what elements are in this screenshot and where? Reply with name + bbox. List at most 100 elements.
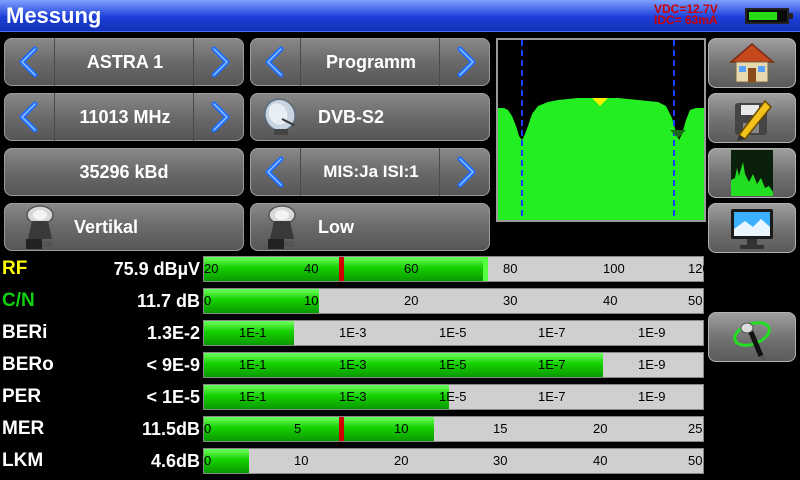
meter-tick-label: 1E-1	[239, 389, 267, 404]
meter-tick-label: 40	[603, 293, 618, 308]
meter-tick-label: 1E-9	[638, 389, 666, 404]
meter-tick-label: 0	[204, 453, 212, 468]
meter-bar: 0 10 20 30 40 50	[203, 288, 704, 314]
frequency-field[interactable]: 11013 MHz	[54, 93, 194, 141]
meter-value: 1.3E-2	[146, 323, 200, 343]
meter-bar: 20 40 60 80 100 120	[203, 256, 710, 282]
band-button[interactable]: Low	[250, 203, 490, 251]
modulation-label: DVB-S2	[318, 107, 385, 127]
meter-tick-label: 40	[593, 453, 608, 468]
meter-tick-label: 20	[404, 293, 419, 308]
stream-selector: MIS:Ja ISI:1	[250, 148, 490, 196]
lnb-icon	[26, 205, 54, 249]
save-edit-icon	[735, 99, 773, 141]
frequency-prev-button[interactable]	[4, 93, 54, 141]
frequency-label: 11013 MHz	[79, 107, 171, 127]
chevron-right-icon	[211, 101, 230, 133]
mode-label: Programm	[325, 52, 417, 72]
meter-tick-label: 1E-7	[538, 357, 566, 372]
dish-align-button[interactable]	[708, 312, 796, 362]
tv-screen-icon	[731, 209, 773, 249]
spectrum-button[interactable]	[708, 148, 796, 198]
meter-tick-label: 0	[204, 293, 212, 308]
power-readout: VDC=12.7V IDC= 63mA	[654, 3, 718, 27]
satellite-selector: ASTRA 1	[4, 38, 244, 86]
mode-next-button[interactable]	[440, 38, 490, 86]
meter-tick-label: 1E-1	[239, 325, 267, 340]
meter-fill	[204, 289, 319, 313]
battery-icon	[745, 8, 793, 24]
home-icon	[728, 43, 776, 83]
stream-field[interactable]: MIS:Ja ISI:1	[300, 148, 440, 196]
meter-tick-label: 120	[688, 261, 710, 276]
frequency-next-button[interactable]	[194, 93, 244, 141]
meter-tick-label: 1E-7	[538, 325, 566, 340]
meter-value: < 1E-5	[146, 387, 200, 407]
meter-value: 75.9 dBµV	[113, 259, 200, 279]
meter-value: 4.6dB	[150, 451, 200, 471]
chevron-right-icon	[457, 156, 476, 188]
stream-next-button[interactable]	[440, 148, 490, 196]
stream-prev-button[interactable]	[250, 148, 300, 196]
meter-tick-label: 5	[294, 421, 302, 436]
lnb-icon	[268, 205, 296, 249]
meter-tick-label: 10	[294, 453, 309, 468]
symbol-rate-field[interactable]: 35296 kBd	[4, 148, 244, 196]
meter-tick-label: 1E-3	[339, 325, 367, 340]
meter-tick-label: 50	[688, 453, 703, 468]
polarization-label: Vertikal	[74, 217, 139, 237]
save-edit-button[interactable]	[708, 93, 796, 143]
satellite-prev-button[interactable]	[4, 38, 54, 86]
meter-tick-label: 20	[593, 421, 608, 436]
chevron-left-icon	[19, 46, 38, 78]
meter-value: < 9E-9	[146, 355, 200, 375]
modulation-button[interactable]: DVB-S2	[250, 93, 490, 141]
meter-value: 11.7 dB	[136, 291, 200, 311]
satellite-dish-icon	[264, 98, 296, 135]
satellite-next-button[interactable]	[194, 38, 244, 86]
stream-label: MIS:Ja ISI:1	[323, 162, 419, 181]
meter-tick-label: 10	[394, 421, 409, 436]
spectrum-display[interactable]	[496, 38, 706, 222]
rf-peak-marker	[483, 257, 488, 281]
meter-tick-label: 100	[603, 261, 625, 276]
meter-tick-label: 30	[493, 453, 508, 468]
meter-tick-label: 0	[204, 421, 212, 436]
chevron-left-icon	[265, 156, 284, 188]
mer-threshold-marker	[339, 417, 344, 441]
mode-selector: Programm	[250, 38, 490, 86]
meter-tick-label: 1E-3	[339, 389, 367, 404]
title-bar: Messung VDC=12.7V IDC= 63mA	[0, 0, 800, 32]
symbol-rate-label: 35296 kBd	[79, 162, 169, 182]
satellite-field[interactable]: ASTRA 1	[54, 38, 194, 86]
mode-field[interactable]: Programm	[300, 38, 440, 86]
spectrum-trace	[498, 40, 704, 220]
satellite-label: ASTRA 1	[86, 52, 164, 72]
meter-tick-label: 1E-5	[439, 357, 467, 372]
meter-tick-label: 60	[404, 261, 419, 276]
chevron-right-icon	[457, 46, 476, 78]
idc-readout: IDC= 63mA	[654, 13, 718, 27]
screen: Messung VDC=12.7V IDC= 63mA ASTRA 1 Prog…	[0, 0, 800, 480]
polarization-button[interactable]: Vertikal	[4, 203, 244, 251]
meter-bar: 0 10 20 30 40 50	[203, 448, 704, 474]
tv-screen-button[interactable]	[708, 203, 796, 253]
frequency-selector: 11013 MHz	[4, 93, 244, 141]
meter-tick-label: 10	[304, 293, 319, 308]
meter-bar: 1E-1 1E-3 1E-5 1E-7 1E-9	[203, 384, 704, 410]
home-button[interactable]	[708, 38, 796, 88]
chevron-left-icon	[265, 46, 284, 78]
mode-prev-button[interactable]	[250, 38, 300, 86]
chevron-right-icon	[211, 46, 230, 78]
meter-tick-label: 1E-7	[538, 389, 566, 404]
chevron-left-icon	[19, 101, 38, 133]
meter-tick-label: 1E-1	[239, 357, 267, 372]
meter-tick-label: 1E-9	[638, 325, 666, 340]
meter-tick-label: 20	[394, 453, 409, 468]
meter-tick-label: 1E-5	[439, 389, 467, 404]
band-label: Low	[318, 217, 354, 237]
spectrum-icon	[731, 150, 773, 196]
meter-tick-label: 25	[688, 421, 703, 436]
meter-tick-label: 30	[503, 293, 518, 308]
meter-tick-label: 80	[503, 261, 518, 276]
